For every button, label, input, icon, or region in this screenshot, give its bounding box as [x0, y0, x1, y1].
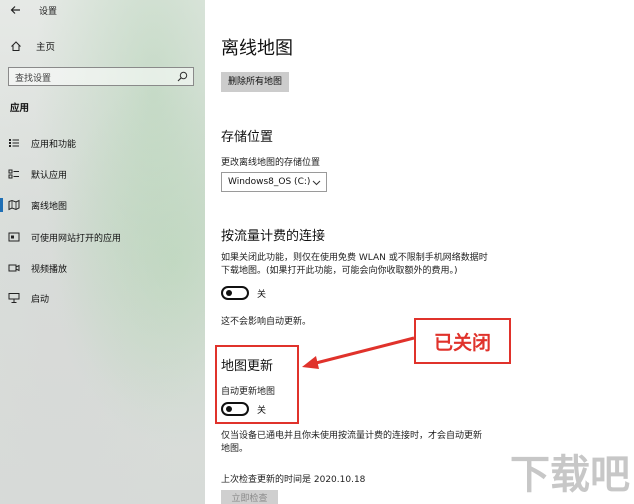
main-content: 离线地图 删除所有地图 存储位置 更改离线地图的存储位置 Windows8_OS… [205, 0, 634, 504]
chevron-down-icon [312, 180, 321, 186]
metered-download-toggle[interactable] [221, 286, 249, 300]
watermark-logo: 下载吧 [506, 444, 634, 504]
sidebar-item-startup[interactable]: 启动 [0, 289, 205, 307]
page-title: 离线地图 [221, 38, 293, 59]
sidebar-item-label: 启动 [31, 295, 50, 305]
video-icon [8, 264, 20, 272]
sidebar-item-offline-maps[interactable]: 离线地图 [0, 196, 205, 214]
storage-location-label: 更改离线地图的存储位置 [221, 158, 321, 168]
selected-drive: Windows8_OS (C:) [228, 177, 311, 187]
metered-description-line: 下载地图。(如果打开此功能，可能会向你收取额外的费用。) [221, 266, 458, 276]
open-in-app-icon [8, 232, 20, 242]
sidebar-item-apps-features[interactable]: 应用和功能 [0, 134, 205, 152]
apps-list-icon [9, 139, 19, 147]
sidebar-item-video-playback[interactable]: 视频播放 [0, 259, 205, 277]
home-nav-item[interactable]: 主页 [10, 39, 55, 53]
map-updates-description-line: 仅当设备已通电并且你未使用按流量计费的连接时，才会自动更新 [221, 431, 483, 441]
search-icon[interactable] [177, 71, 188, 82]
offline-map-icon [8, 199, 20, 211]
startup-icon [8, 293, 20, 303]
back-arrow-icon[interactable] [10, 4, 22, 16]
sidebar-item-label: 视频播放 [31, 265, 68, 275]
last-checked-text: 上次检查更新的时间是 2020.10.18 [221, 475, 366, 485]
sidebar-item-label: 应用和功能 [31, 140, 77, 150]
metered-toggle-state: 关 [257, 289, 267, 300]
sidebar-item-label: 可使用网站打开的应用 [31, 234, 122, 244]
settings-window: 设置 主页 查找设置 应用 应用和功能 默认应用 离线地图 可使用网站打开的应用… [0, 0, 634, 504]
metered-description: 如果关闭此功能，则仅在使用免费 WLAN 或不限制手机网络数据时 下载地图。(如… [221, 252, 488, 278]
default-apps-icon [8, 169, 19, 179]
storage-drive-select[interactable]: Windows8_OS (C:) [221, 172, 327, 192]
metered-description-line: 如果关闭此功能，则仅在使用免费 WLAN 或不限制手机网络数据时 [221, 253, 488, 263]
annotation-arrow-icon [302, 336, 415, 369]
sidebar-item-label: 离线地图 [31, 202, 68, 212]
sidebar-item-apps-for-websites[interactable]: 可使用网站打开的应用 [0, 228, 205, 246]
app-title: 设置 [39, 7, 58, 17]
home-label: 主页 [36, 42, 56, 53]
storage-location-heading: 存储位置 [221, 130, 274, 145]
metered-connection-heading: 按流量计费的连接 [221, 229, 326, 244]
map-updates-description-line: 地图。 [221, 444, 249, 454]
check-now-button[interactable]: 立即检查 [221, 490, 278, 504]
sidebar-item-label: 默认应用 [31, 171, 68, 181]
home-icon [11, 41, 21, 51]
settings-search-input[interactable]: 查找设置 [8, 67, 194, 86]
sidebar-item-default-apps[interactable]: 默认应用 [0, 165, 205, 183]
svg-text:下载吧: 下载吧 [510, 452, 630, 498]
toggle-knob [226, 290, 232, 296]
metered-note: 这不会影响自动更新。 [221, 317, 312, 327]
section-title: 应用 [10, 103, 30, 114]
metered-toggle-row: 关 [221, 286, 266, 300]
delete-all-maps-button[interactable]: 删除所有地图 [221, 72, 290, 92]
map-updates-description: 仅当设备已通电并且你未使用按流量计费的连接时，才会自动更新 地图。 [221, 430, 482, 456]
watermark-logo-icon: 下载吧 [510, 452, 630, 498]
search-placeholder: 查找设置 [15, 74, 52, 84]
annotation-callout: 已关闭 [414, 318, 511, 364]
sidebar: 设置 主页 查找设置 应用 应用和功能 默认应用 离线地图 可使用网站打开的应用… [0, 0, 205, 504]
annotation-highlight-box [215, 345, 299, 424]
